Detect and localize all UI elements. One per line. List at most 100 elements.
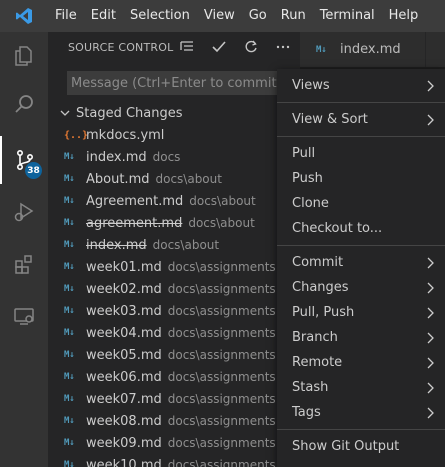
file-row[interactable]: M↓ index.md docs\about: [48, 234, 300, 256]
menu-terminal[interactable]: Terminal: [313, 0, 382, 32]
menu-item-pull[interactable]: Pull: [277, 141, 445, 166]
markdown-file-icon: M↓: [64, 240, 75, 250]
menu-item-changes[interactable]: Changes: [277, 275, 445, 300]
menu-help[interactable]: Help: [382, 0, 426, 32]
menu-separator: [277, 429, 445, 430]
search-icon[interactable]: [0, 80, 48, 128]
markdown-file-icon: M↓: [64, 328, 75, 338]
menu-item-stash[interactable]: Stash: [277, 375, 445, 400]
file-row[interactable]: {..} mkdocs.yml: [48, 124, 300, 146]
commit-check-icon[interactable]: [208, 36, 230, 58]
more-actions-icon[interactable]: [272, 36, 294, 58]
file-directory: docs\assignments: [167, 304, 276, 318]
file-name: About.md: [86, 171, 150, 187]
file-row[interactable]: M↓ week03.md docs\assignments: [48, 300, 300, 322]
menu-run[interactable]: Run: [274, 0, 313, 32]
remote-explorer-icon[interactable]: [0, 292, 48, 340]
commit-message-input[interactable]: [67, 71, 300, 95]
chevron-right-icon: [427, 107, 435, 132]
menu-item-show-git-output[interactable]: Show Git Output: [277, 434, 445, 459]
file-row[interactable]: M↓ index.md docs: [48, 146, 300, 168]
source-control-sidebar: SOURCE CONTROL Staged Changes {..}mkdocs…: [48, 32, 300, 467]
source-control-icon[interactable]: 38: [0, 136, 48, 184]
file-name: week08.md: [86, 413, 162, 429]
file-row[interactable]: M↓ week06.md docs\assignments: [48, 366, 300, 388]
file-row[interactable]: M↓ agreement.md docs\about: [48, 212, 300, 234]
menu-item-clone[interactable]: Clone: [277, 191, 445, 216]
menu-item-label: Show Git Output: [292, 439, 400, 454]
chevron-right-icon: [427, 250, 435, 275]
file-name: Agreement.md: [86, 193, 184, 209]
vscode-logo-icon: [0, 0, 48, 32]
tab-index-md[interactable]: M↓ index.md: [300, 32, 425, 67]
menu-selection[interactable]: Selection: [123, 0, 197, 32]
markdown-file-icon: M↓: [316, 44, 327, 55]
menu-item-checkout-to[interactable]: Checkout to...: [277, 216, 445, 241]
file-row[interactable]: M↓ week10.md docs\assignments: [48, 454, 300, 467]
refresh-icon[interactable]: [240, 36, 262, 58]
file-name: week10.md: [86, 457, 162, 467]
file-row[interactable]: M↓ week02.md docs\assignments: [48, 278, 300, 300]
menu-item-label: View & Sort: [292, 112, 368, 127]
explorer-icon[interactable]: [0, 32, 48, 80]
extensions-icon[interactable]: [0, 240, 48, 288]
view-as-tree-icon[interactable]: [176, 36, 198, 58]
file-name: week09.md: [86, 435, 162, 451]
menu-item-tags[interactable]: Tags: [277, 400, 445, 425]
file-directory: docs\assignments: [167, 392, 276, 406]
menu-file[interactable]: File: [48, 0, 84, 32]
file-row[interactable]: M↓ week05.md docs\assignments: [48, 344, 300, 366]
changes-count-badge: 38: [25, 162, 42, 179]
menu-edit[interactable]: Edit: [84, 0, 123, 32]
file-directory: docs\about: [189, 194, 256, 208]
tab-overflow[interactable]: [425, 32, 445, 67]
file-name: week02.md: [86, 281, 162, 297]
sidebar-actions: [176, 32, 300, 62]
file-directory: docs\assignments: [167, 458, 276, 467]
chevron-right-icon: [427, 350, 435, 375]
menu-item-label: Views: [292, 78, 330, 93]
file-row[interactable]: M↓ week01.md docs\assignments: [48, 256, 300, 278]
file-row[interactable]: M↓ week04.md docs\assignments: [48, 322, 300, 344]
menu-item-views[interactable]: Views: [277, 73, 445, 98]
markdown-file-icon: M↓: [64, 306, 75, 316]
menubar: File Edit Selection View Go Run Terminal…: [48, 0, 425, 32]
menu-item-remote[interactable]: Remote: [277, 350, 445, 375]
chevron-right-icon: [427, 375, 435, 400]
chevron-right-icon: [427, 73, 435, 98]
source-control-context-menu: Views View & Sort Pull Push Clone Checkout to…: [277, 69, 445, 467]
file-directory: docs\assignments: [167, 282, 276, 296]
file-row[interactable]: M↓ week09.md docs\assignments: [48, 432, 300, 454]
file-directory: docs\assignments: [167, 370, 276, 384]
file-directory: docs\assignments: [167, 260, 276, 274]
run-debug-icon[interactable]: [0, 188, 48, 236]
file-name: week06.md: [86, 369, 162, 385]
file-directory: docs\about: [155, 172, 222, 186]
file-row[interactable]: M↓ week07.md docs\assignments: [48, 388, 300, 410]
menu-item-label: Pull, Push: [292, 305, 355, 320]
file-directory: docs\about: [152, 238, 220, 252]
menu-item-pull-push[interactable]: Pull, Push: [277, 300, 445, 325]
markdown-file-icon: M↓: [64, 262, 75, 272]
file-directory: docs\assignments: [167, 436, 276, 450]
menu-item-branch[interactable]: Branch: [277, 325, 445, 350]
file-name: week04.md: [86, 325, 162, 341]
menu-item-label: Tags: [292, 405, 321, 420]
markdown-file-icon: M↓: [64, 372, 75, 382]
staged-changes-header[interactable]: Staged Changes: [48, 102, 300, 124]
menu-item-label: Pull: [292, 146, 316, 161]
markdown-file-icon: M↓: [64, 438, 75, 448]
markdown-file-icon: M↓: [64, 174, 75, 184]
menu-item-commit[interactable]: Commit: [277, 250, 445, 275]
menu-item-view-sort[interactable]: View & Sort: [277, 107, 445, 132]
menu-go[interactable]: Go: [242, 0, 274, 32]
file-row[interactable]: M↓ Agreement.md docs\about: [48, 190, 300, 212]
file-directory: docs\assignments: [167, 348, 276, 362]
activity-bar: 38: [0, 32, 48, 467]
file-row[interactable]: M↓ About.md docs\about: [48, 168, 300, 190]
file-name: index.md: [86, 149, 147, 165]
menu-item-push[interactable]: Push: [277, 166, 445, 191]
file-row[interactable]: M↓ week08.md docs\assignments: [48, 410, 300, 432]
menu-item-label: Changes: [292, 280, 349, 295]
menu-view[interactable]: View: [197, 0, 242, 32]
